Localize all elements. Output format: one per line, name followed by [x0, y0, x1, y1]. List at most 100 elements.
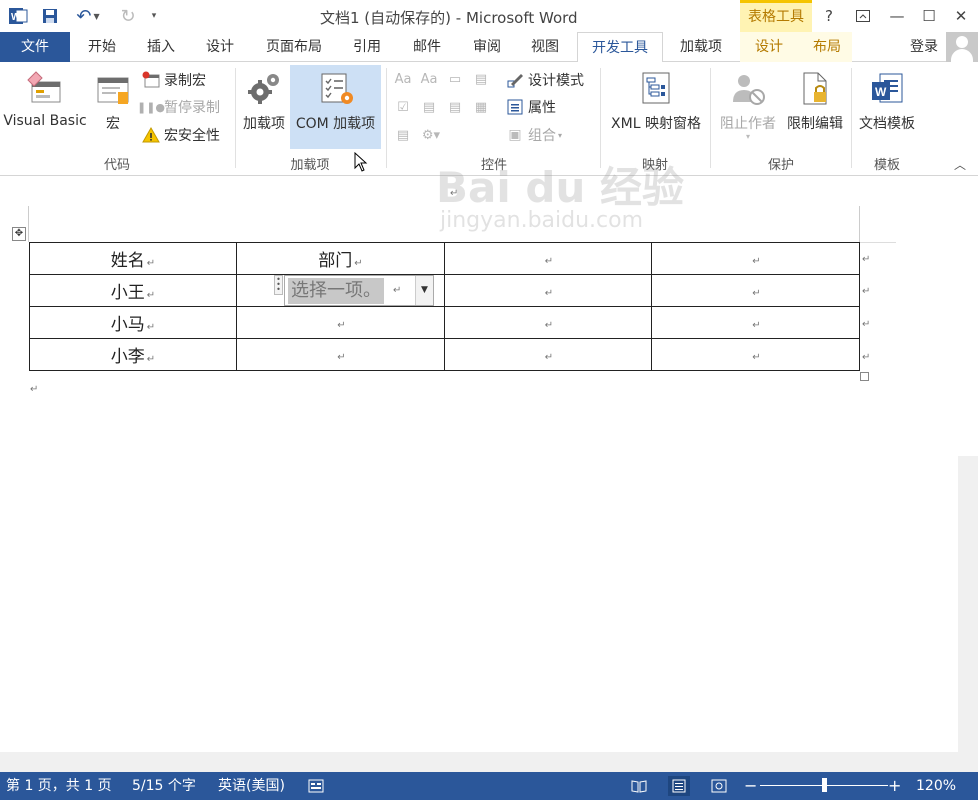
- table-cell[interactable]: 姓名 ↵: [29, 242, 237, 275]
- help-button[interactable]: ?: [812, 2, 846, 30]
- end-of-row-mark-icon: ↵: [862, 254, 871, 265]
- group-label: 组合: [528, 128, 556, 144]
- tab-insert[interactable]: 插入: [136, 32, 186, 62]
- status-bar: 第 1 页，共 1 页 5/15 个字 英语(美国) − + 120%: [0, 772, 978, 800]
- macros-button[interactable]: 宏: [92, 66, 134, 148]
- save-icon[interactable]: [38, 4, 62, 28]
- dropdown-content-control[interactable]: 选择一项。 ↵ ▼: [284, 275, 434, 306]
- group-separator: [235, 68, 236, 168]
- end-of-row-mark-icon: ↵: [862, 352, 871, 363]
- table-gridline: [860, 242, 896, 243]
- qat-customize-icon[interactable]: ▾: [144, 4, 164, 28]
- macro-security-button[interactable]: 宏安全性: [142, 124, 220, 146]
- table-cell[interactable]: 小马 ↵: [29, 306, 237, 339]
- record-macro-button[interactable]: 录制宏: [142, 69, 206, 91]
- xml-mapping-pane-button[interactable]: XML 映射窗格: [603, 66, 709, 148]
- design-mode-button[interactable]: 设计模式: [506, 69, 584, 91]
- language[interactable]: 英语(美国): [218, 772, 285, 800]
- vertical-scroll-area[interactable]: [958, 456, 978, 752]
- content-control-handle-icon[interactable]: • • •: [274, 275, 283, 295]
- rich-text-control-icon: Aa: [394, 71, 412, 87]
- design-mode-icon: [506, 71, 524, 89]
- login-link[interactable]: 登录: [910, 32, 938, 62]
- tab-developer[interactable]: 开发工具: [577, 32, 663, 63]
- ribbon-display-options-icon[interactable]: [846, 2, 880, 30]
- zoom-out-button[interactable]: −: [744, 772, 757, 800]
- read-mode-icon[interactable]: [628, 776, 650, 796]
- xml-mapping-label: XML 映射窗格: [611, 116, 701, 132]
- tab-table-layout[interactable]: 布局: [802, 32, 852, 62]
- avatar[interactable]: [946, 32, 978, 62]
- svg-text:W: W: [11, 12, 21, 23]
- web-layout-icon[interactable]: [708, 776, 730, 796]
- tab-addins[interactable]: 加载项: [668, 32, 734, 62]
- paragraph-mark-icon: ↵: [337, 319, 346, 331]
- cell-text: 部门: [318, 251, 353, 271]
- undo-button[interactable]: ↶ ▼: [70, 4, 106, 28]
- document-template-button[interactable]: W 文档模板: [854, 66, 920, 148]
- table-cell[interactable]: ↵: [444, 274, 652, 307]
- table-cell[interactable]: ↵: [651, 274, 860, 307]
- close-button[interactable]: ✕: [944, 2, 978, 30]
- properties-icon: [506, 98, 524, 116]
- print-layout-icon[interactable]: [668, 776, 690, 796]
- redo-icon[interactable]: ↻: [116, 4, 140, 28]
- tab-view[interactable]: 视图: [520, 32, 570, 62]
- collapse-ribbon-icon[interactable]: ︿: [954, 156, 966, 173]
- tab-home[interactable]: 开始: [76, 32, 128, 62]
- table-cell[interactable]: 部门 ↵: [236, 242, 445, 275]
- properties-button[interactable]: 属性: [506, 96, 556, 118]
- page-count[interactable]: 第 1 页，共 1 页: [6, 772, 112, 800]
- horizontal-scroll-area[interactable]: [0, 752, 978, 772]
- table-cell[interactable]: 小王 ↵: [29, 274, 237, 307]
- table-cell[interactable]: 小李 ↵: [29, 338, 237, 371]
- table-cell[interactable]: ↵: [651, 242, 860, 275]
- table-cell[interactable]: ↵: [651, 338, 860, 371]
- paragraph-mark-icon: ↵: [544, 287, 554, 299]
- paragraph-mark-icon: ↵: [393, 285, 402, 296]
- restrict-editing-button[interactable]: 限制编辑: [782, 66, 848, 148]
- zoom-in-button[interactable]: +: [888, 772, 901, 800]
- paragraph-mark-icon: ↵: [752, 319, 761, 331]
- pause-icon: ❚❚●: [136, 100, 166, 114]
- paragraph-mark-icon: ↵: [337, 351, 346, 363]
- tab-references[interactable]: 引用: [342, 32, 392, 62]
- paragraph-mark-icon: ↵: [450, 188, 459, 199]
- com-addins-button[interactable]: COM 加载项: [290, 66, 381, 148]
- table-cell[interactable]: ↵: [236, 306, 445, 339]
- visual-basic-button[interactable]: Visual Basic: [2, 66, 88, 148]
- table-row: 小王 ↵ ↵ ↵: [29, 274, 860, 307]
- table-cell[interactable]: ↵: [444, 306, 652, 339]
- tab-review[interactable]: 审阅: [462, 32, 512, 62]
- table-move-handle-icon[interactable]: ✥: [12, 227, 26, 241]
- group-separator: [710, 68, 711, 168]
- undo-icon: ↶: [76, 5, 92, 27]
- addins-button[interactable]: 加载项: [238, 66, 290, 148]
- table-cell[interactable]: ↵: [236, 338, 445, 371]
- macro-recording-icon[interactable]: [308, 772, 326, 800]
- paragraph-mark-icon: ↵: [752, 351, 761, 363]
- word-logo-icon[interactable]: W: [6, 4, 30, 28]
- zoom-level[interactable]: 120%: [916, 772, 956, 800]
- tab-table-design[interactable]: 设计: [744, 32, 794, 62]
- table-cell[interactable]: ↵: [444, 242, 652, 275]
- tab-file[interactable]: 文件: [0, 32, 70, 62]
- tab-page-layout[interactable]: 页面布局: [254, 32, 334, 62]
- table-cell[interactable]: ↵: [651, 306, 860, 339]
- tab-mailings[interactable]: 邮件: [402, 32, 452, 62]
- minimize-button[interactable]: —: [880, 2, 914, 30]
- tab-design[interactable]: 设计: [196, 32, 244, 62]
- word-count[interactable]: 5/15 个字: [132, 772, 196, 800]
- design-mode-label: 设计模式: [528, 73, 584, 89]
- document-table[interactable]: 姓名 ↵ 部门 ↵ ↵ ↵ 小王 ↵ ↵ ↵ 小马 ↵ ↵ ↵ ↵ 小李 ↵ ↵ ↵ ↵: [29, 242, 860, 371]
- restore-button[interactable]: ☐: [912, 2, 946, 30]
- record-macro-icon: [142, 71, 160, 89]
- zoom-slider-thumb[interactable]: [822, 778, 827, 792]
- dropdown-arrow-icon[interactable]: ▼: [415, 276, 433, 305]
- table-resize-handle-icon[interactable]: [860, 372, 869, 381]
- group-separator: [386, 68, 387, 168]
- undo-dropdown-icon[interactable]: ▼: [93, 12, 99, 21]
- ribbon-tabs: 文件 开始 插入 设计 页面布局 引用 邮件 审阅 视图 开发工具 加载项 设计…: [0, 32, 978, 63]
- properties-label: 属性: [528, 100, 556, 116]
- table-cell[interactable]: ↵: [444, 338, 652, 371]
